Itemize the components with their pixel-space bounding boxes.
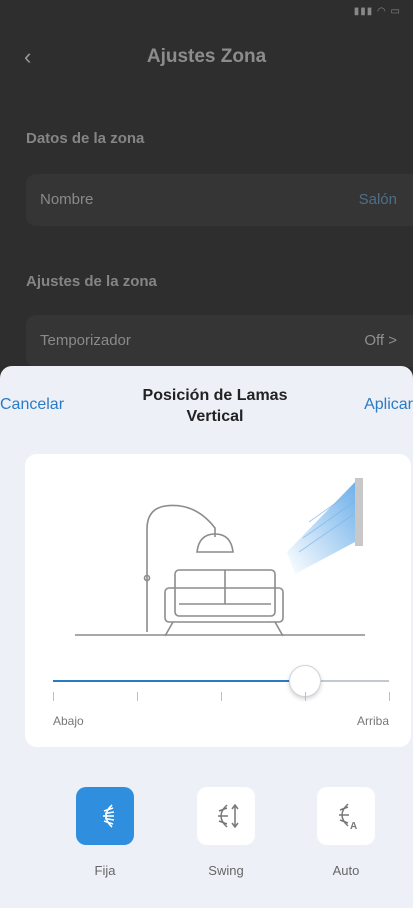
background-page: ▮▮▮ ◠ ▭ ‹ Ajustes Zona Datos de la zona …: [0, 0, 413, 367]
svg-text:A: A: [350, 821, 357, 832]
name-row-label: Nombre: [40, 191, 94, 208]
louver-position-sheet: Cancelar Posición de Lamas Vertical Apli…: [0, 366, 413, 908]
page-title: Ajustes Zona: [146, 46, 267, 67]
louver-illustration-card: Abajo Arriba: [25, 454, 411, 747]
sofa-icon: [164, 569, 284, 637]
mode-auto[interactable]: A Auto: [306, 787, 386, 878]
mode-label-auto: Auto: [332, 863, 360, 878]
louver-auto-button[interactable]: A: [317, 787, 375, 845]
slider-max-label: Arriba: [356, 714, 389, 728]
status-bar-icons: ▮▮▮ ◠ ▭: [353, 6, 401, 17]
airflow-beam: [287, 482, 355, 574]
mode-fija[interactable]: Fija: [65, 787, 145, 878]
mode-label-fija: Fija: [94, 863, 116, 878]
timer-row[interactable]: Temporizador Off >: [26, 315, 413, 367]
slider-fill: [53, 680, 305, 682]
slider-tick: [221, 692, 222, 701]
louver-swing-icon: [218, 803, 239, 829]
louver-swing-button[interactable]: [197, 787, 255, 845]
timer-row-value: Off >: [364, 332, 397, 349]
sheet-title-line1: Posición de Lamas: [142, 387, 288, 404]
section-label-zone-data: Datos de la zona: [26, 130, 145, 147]
louver-position-slider[interactable]: [53, 665, 389, 697]
room-illustration: [75, 478, 365, 637]
section-label-zone-settings: Ajustes de la zona: [26, 273, 157, 290]
ac-unit-icon: [355, 478, 363, 546]
slider-tick: [53, 692, 54, 701]
louver-fixed-button[interactable]: [76, 787, 134, 845]
timer-row-label: Temporizador: [40, 332, 131, 349]
slider-tick: [305, 692, 306, 701]
slider-min-label: Abajo: [53, 714, 84, 728]
apply-button[interactable]: Aplicar: [364, 396, 413, 414]
name-row-value: Salón: [358, 191, 397, 208]
cancel-button[interactable]: Cancelar: [0, 396, 64, 414]
name-row[interactable]: Nombre Salón: [26, 174, 413, 226]
sheet-title: Posición de Lamas Vertical: [120, 385, 310, 427]
louver-fixed-icon: [103, 804, 115, 828]
floor-lamp-icon: [143, 504, 234, 632]
mode-label-swing: Swing: [208, 863, 244, 878]
sheet-title-line2: Vertical: [186, 408, 244, 425]
slider-tick: [389, 692, 390, 701]
louver-auto-icon: A: [339, 803, 357, 832]
mode-swing[interactable]: Swing: [186, 787, 266, 878]
slider-tick: [137, 692, 138, 701]
